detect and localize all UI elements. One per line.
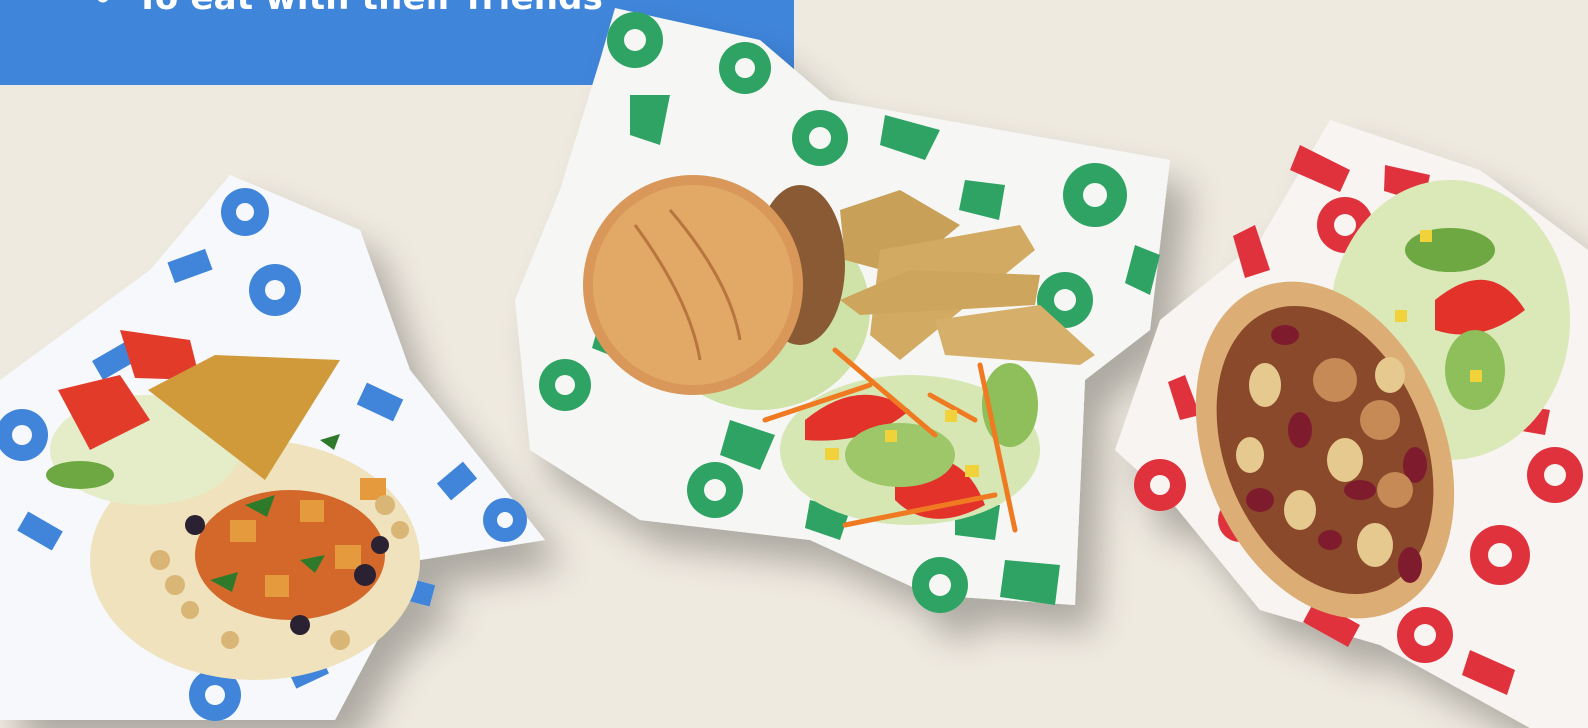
burger-dish (515, 8, 1170, 613)
burger-bun (583, 175, 803, 395)
potato-wedges (840, 190, 1095, 365)
bullet-text: To eat with their friends (136, 0, 603, 18)
red-paper-pattern (1134, 145, 1583, 695)
curry-dish (0, 175, 545, 721)
bullet-dot: • (92, 0, 114, 18)
pitta-bread (1195, 281, 1455, 619)
text-banner: • To eat with their friends (0, 0, 794, 85)
green-paper-pattern (539, 12, 1160, 613)
bullet-item: • To eat with their friends (92, 0, 603, 18)
bean-pitta-dish (1115, 120, 1588, 728)
blue-paper-pattern (0, 188, 527, 721)
food-photo (0, 8, 1588, 728)
